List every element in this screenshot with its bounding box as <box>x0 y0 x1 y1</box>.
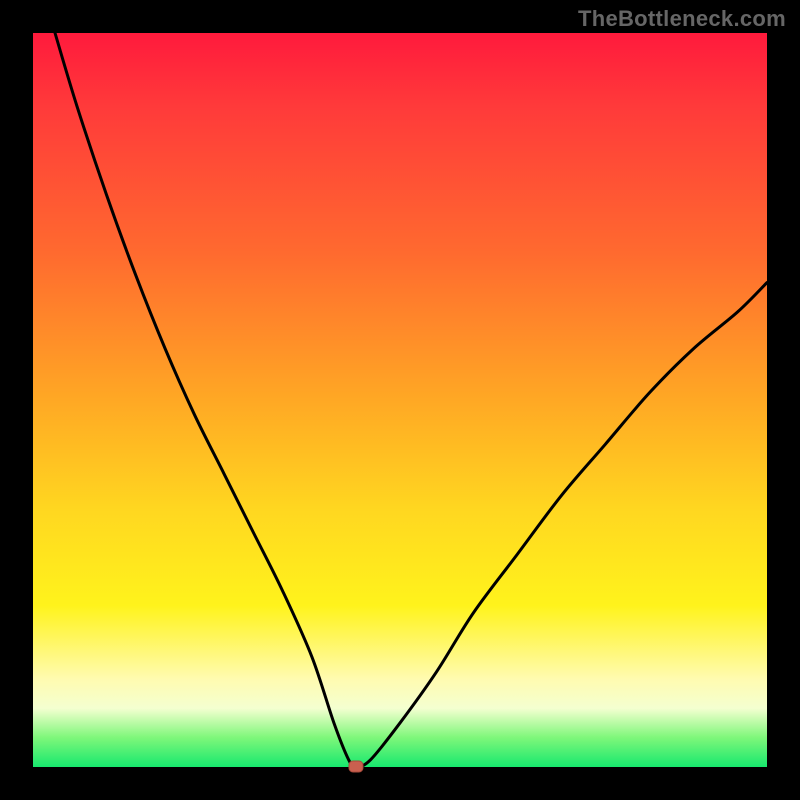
plot-area <box>33 33 767 767</box>
curve-layer <box>33 33 767 767</box>
chart-frame: TheBottleneck.com <box>0 0 800 800</box>
watermark-text: TheBottleneck.com <box>578 6 786 32</box>
minimum-marker <box>349 761 363 772</box>
bottleneck-curve <box>55 33 767 767</box>
